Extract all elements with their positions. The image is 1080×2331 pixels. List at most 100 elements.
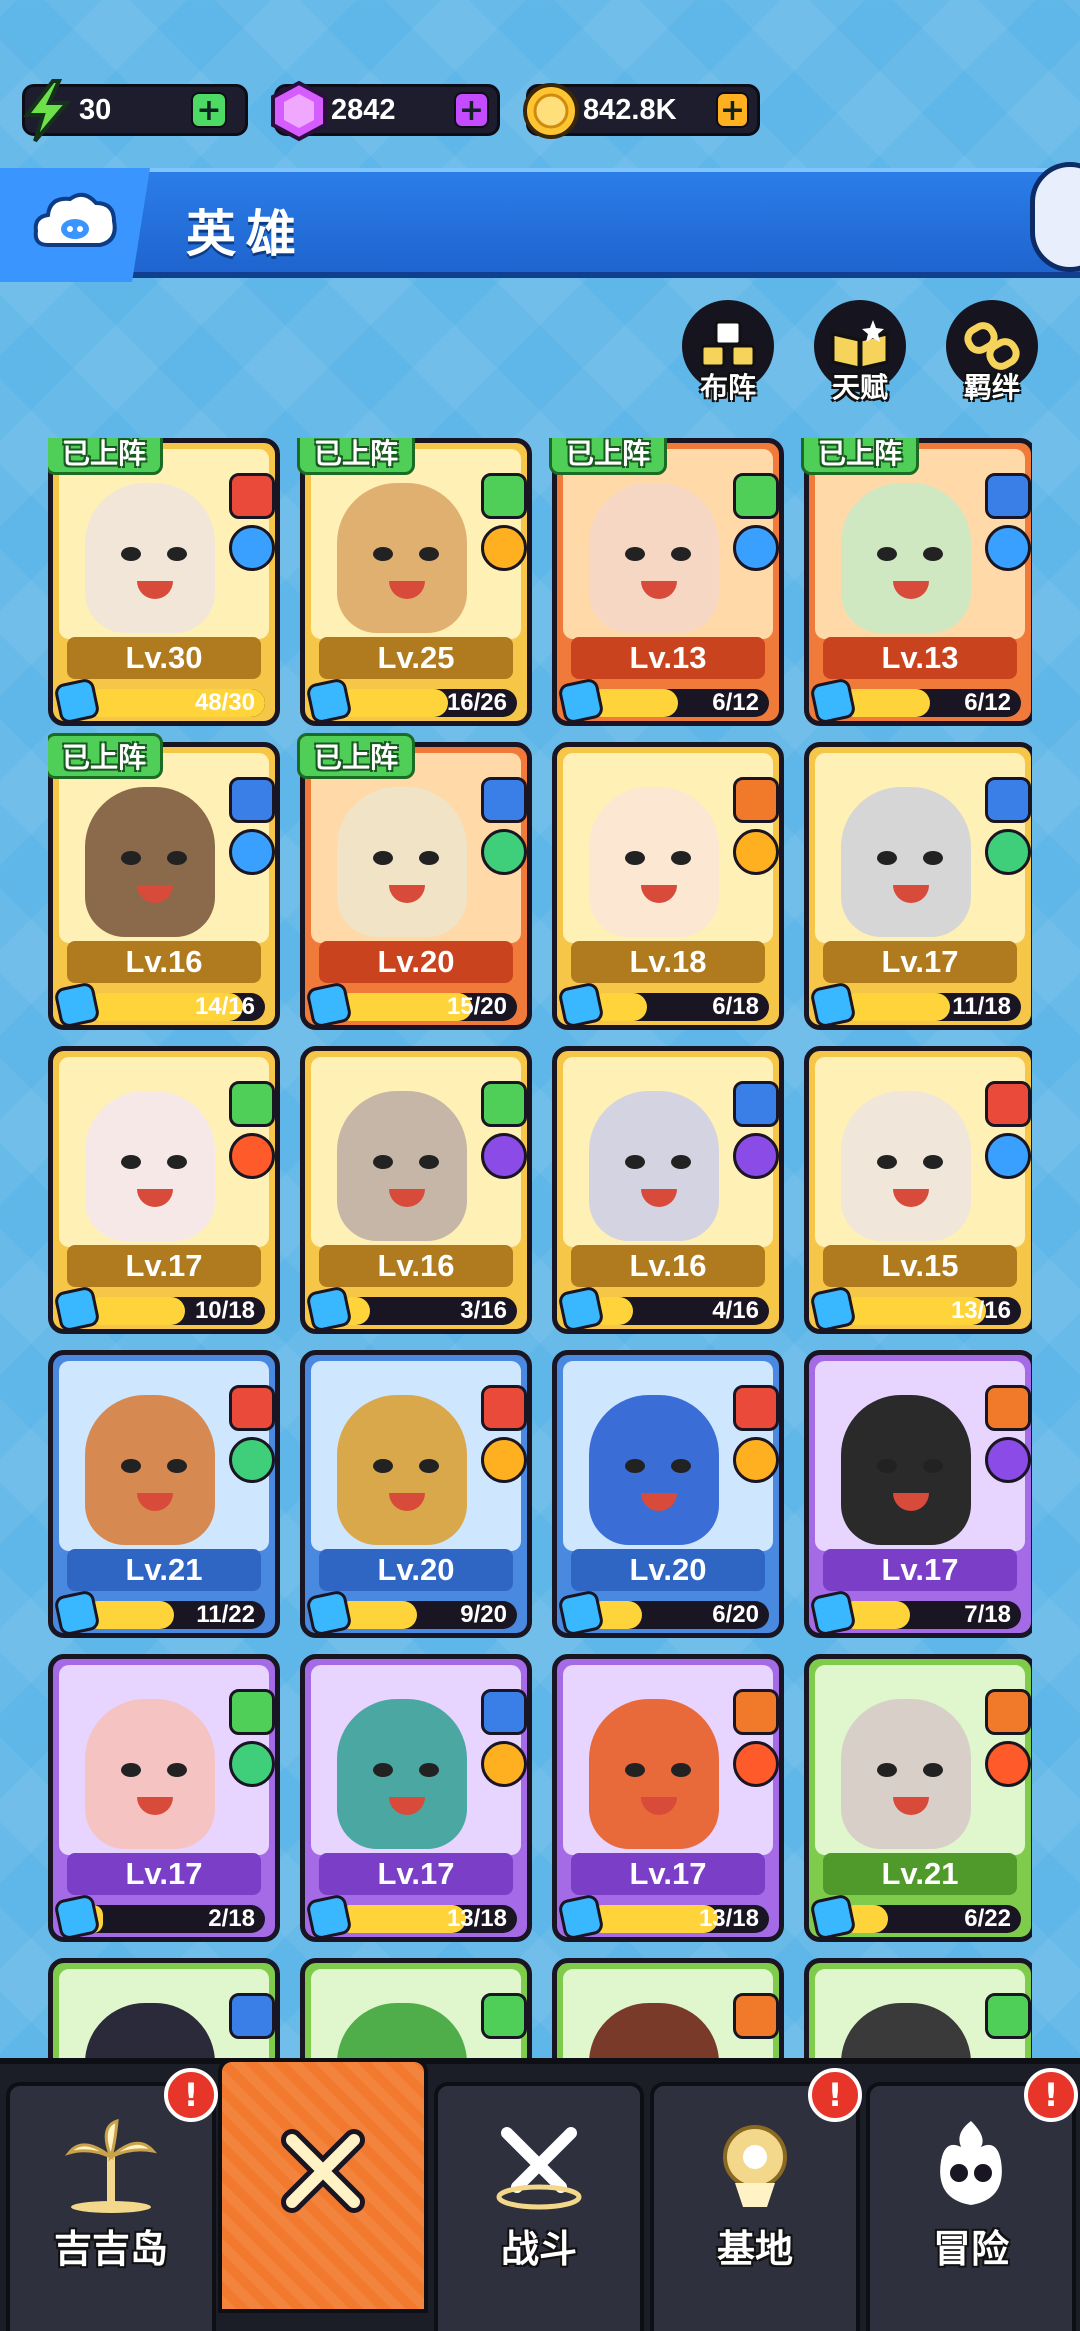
nav-heroes-close[interactable] (218, 2058, 428, 2313)
hero-character-art (337, 1091, 467, 1241)
hero-level: Lv.16 (571, 1245, 765, 1287)
puzzle-shard-icon (809, 677, 857, 725)
puzzle-shard-icon (809, 1285, 857, 1333)
hero-card[interactable]: Lv.17 7/18 (804, 1350, 1032, 1638)
shard-progress-text: 7/18 (964, 1601, 1011, 1628)
puzzle-shard-icon (53, 677, 101, 725)
hero-eye (419, 1459, 439, 1473)
eye-icon (481, 1133, 527, 1179)
puzzle-shard-icon (557, 981, 605, 1029)
hero-eye (373, 547, 393, 561)
hero-character-art (85, 483, 215, 633)
hammer-icon (229, 777, 275, 823)
hero-card[interactable]: Lv.16 3/16 (300, 1046, 532, 1334)
hero-card[interactable]: Lv.18 6/18 (552, 742, 784, 1030)
shard-progress-text: 13/16 (950, 1297, 1011, 1324)
resource-bar: 30 + 2842 + 842.8K + (22, 78, 760, 143)
hero-card[interactable]: Lv.20 15/20 已上阵 (297, 733, 532, 1030)
hero-eye (373, 1155, 393, 1169)
puzzle-shard-icon (557, 1893, 605, 1941)
hero-grid: Lv.30 48/30 已上阵 Lv.25 16/26 已上阵 Lv.13 6/12 已上阵 Lv… (48, 438, 1032, 2058)
shard-progress-bar: 11/22 (83, 1601, 265, 1629)
add-energy-button[interactable]: + (191, 92, 227, 128)
hero-card[interactable]: Lv.20 9/20 (300, 1350, 532, 1638)
deployed-tag: 已上阵 (48, 733, 164, 779)
hero-level: Lv.15 (823, 1245, 1017, 1287)
hero-eye (419, 1155, 439, 1169)
hero-card[interactable]: Lv.30 48/30 已上阵 (48, 438, 280, 726)
hero-card[interactable] (552, 1958, 784, 2058)
shard-progress-bar: 6/12 (839, 689, 1021, 717)
shard-progress-text: 15/20 (446, 993, 507, 1020)
hero-character-art (85, 1395, 215, 1545)
gem-value: 2842 (331, 93, 396, 126)
hero-character-art (85, 1091, 215, 1241)
hero-level: Lv.17 (571, 1853, 765, 1895)
nav-island[interactable]: 吉吉岛 ! (6, 2068, 218, 2331)
puzzle-shard-icon (305, 677, 353, 725)
hero-eye (877, 851, 897, 865)
skull-flame-icon (916, 2110, 1026, 2220)
hero-card[interactable]: Lv.21 6/22 (804, 1654, 1032, 1942)
hero-eye (419, 1763, 439, 1777)
hero-card[interactable]: Lv.16 4/16 (552, 1046, 784, 1334)
deployed-tag: 已上阵 (48, 438, 164, 475)
shard-progress-text: 6/22 (964, 1905, 1011, 1932)
formation-button[interactable]: 布阵 (680, 300, 776, 404)
nav-battle[interactable]: 战斗 (434, 2082, 644, 2331)
nav-adventure[interactable]: 冒险 ! (866, 2068, 1078, 2331)
hero-card[interactable]: Lv.17 2/18 (48, 1654, 280, 1942)
puzzle-shard-icon (305, 1285, 353, 1333)
shard-progress-bar: 10/18 (83, 1297, 265, 1325)
hero-eye (121, 1155, 141, 1169)
paw-icon (985, 1993, 1031, 2039)
hero-card[interactable] (804, 1958, 1032, 2058)
avatar[interactable] (1030, 162, 1080, 272)
bolt-icon (985, 1689, 1031, 1735)
lightning-icon (15, 79, 79, 143)
add-gems-button[interactable]: + (453, 92, 489, 128)
hero-card[interactable]: Lv.13 6/12 已上阵 (549, 438, 784, 726)
eye-icon (985, 1437, 1031, 1483)
bond-button[interactable]: 羁绊 (944, 300, 1040, 404)
hero-card[interactable]: Lv.17 13/18 (552, 1654, 784, 1942)
add-coins-button[interactable]: + (715, 92, 749, 128)
hero-character-art (589, 2003, 719, 2058)
hero-card[interactable]: Lv.25 16/26 已上阵 (297, 438, 532, 726)
hero-eye (671, 1459, 691, 1473)
hero-level: Lv.17 (67, 1853, 261, 1895)
hero-mouth (389, 1189, 425, 1207)
hero-eye (625, 547, 645, 561)
paw-icon (733, 473, 779, 519)
hero-level: Lv.20 (319, 941, 513, 983)
hero-eye (923, 1459, 943, 1473)
talent-label: 天赋 (831, 371, 888, 404)
hero-mouth (893, 1189, 929, 1207)
hero-card[interactable] (48, 1958, 280, 2058)
nav-base[interactable]: 基地 ! (650, 2068, 862, 2331)
hero-eye (625, 1459, 645, 1473)
hero-card[interactable]: Lv.15 13/16 (804, 1046, 1032, 1334)
hero-card[interactable]: Lv.20 6/20 (552, 1350, 784, 1638)
hero-character-art (589, 1395, 719, 1545)
hero-card[interactable]: Lv.13 6/12 已上阵 (801, 438, 1032, 726)
hero-mouth (137, 1189, 173, 1207)
hero-card[interactable]: Lv.16 14/16 已上阵 (48, 733, 280, 1030)
hero-card[interactable]: Lv.21 11/22 (48, 1350, 280, 1638)
hero-eye (671, 1763, 691, 1777)
talent-button[interactable]: 天赋 (812, 300, 908, 404)
shard-progress-bar: 6/22 (839, 1905, 1021, 1933)
hero-mouth (641, 1189, 677, 1207)
hero-card[interactable]: Lv.17 10/18 (48, 1046, 280, 1334)
water-icon (985, 525, 1031, 571)
hero-card[interactable]: Lv.17 13/18 (300, 1654, 532, 1942)
hero-character-art (589, 1699, 719, 1849)
hero-card[interactable] (300, 1958, 532, 2058)
water-icon (229, 829, 275, 875)
hero-card[interactable]: Lv.17 11/18 (804, 742, 1032, 1030)
shard-progress-bar: 13/18 (587, 1905, 769, 1933)
hero-eye (167, 851, 187, 865)
shard-progress-bar: 7/18 (839, 1601, 1021, 1629)
shard-progress-bar: 6/12 (587, 689, 769, 717)
fire-swirl-icon (481, 525, 527, 571)
